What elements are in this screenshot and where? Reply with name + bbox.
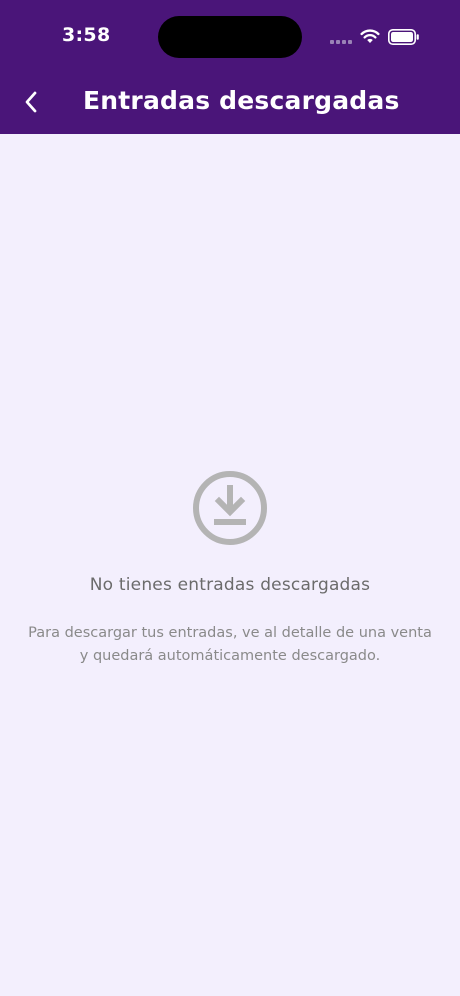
chevron-left-icon bbox=[25, 91, 37, 113]
page-title: Entradas descargadas bbox=[83, 86, 400, 115]
empty-state: No tienes entradas descargadas Para desc… bbox=[0, 468, 460, 668]
dynamic-island bbox=[158, 16, 302, 58]
empty-state-title: No tienes entradas descargadas bbox=[89, 575, 371, 595]
back-button[interactable] bbox=[16, 84, 52, 120]
status-bar: 3:58 bbox=[0, 0, 460, 72]
battery-icon bbox=[388, 29, 419, 45]
status-time: 3:58 bbox=[62, 24, 111, 46]
signal-icon bbox=[330, 40, 352, 44]
empty-state-description: Para descargar tus entradas, ve al detal… bbox=[28, 625, 432, 664]
download-circle-icon bbox=[193, 471, 267, 545]
wifi-icon bbox=[360, 29, 380, 43]
nav-bar: Entradas descargadas bbox=[0, 72, 460, 134]
